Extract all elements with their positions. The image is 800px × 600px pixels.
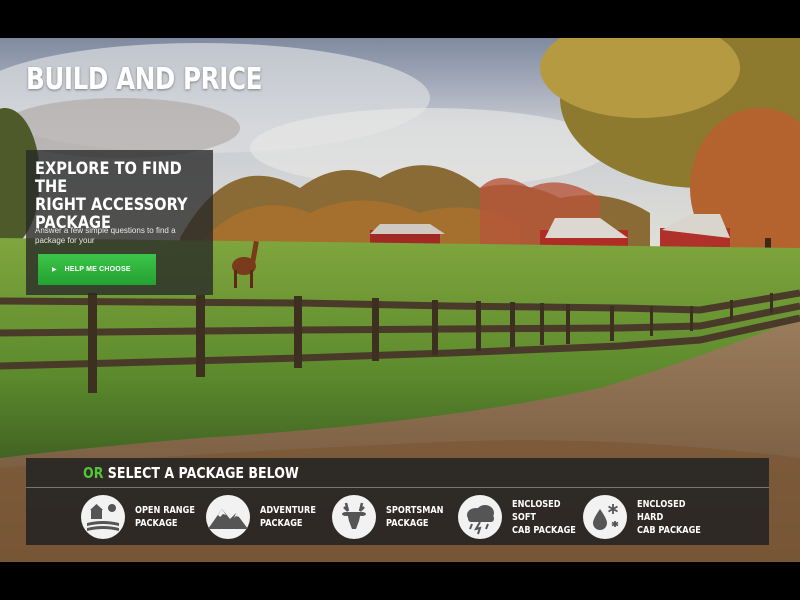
package-heading-or: OR — [83, 464, 104, 482]
help-me-choose-label: HELP ME CHOOSE — [64, 266, 131, 273]
mountains-icon — [206, 495, 250, 539]
explore-heading: EXPLORE TO FIND THE RIGHT ACCESSORY PACK… — [35, 159, 188, 233]
package-divider — [26, 487, 769, 488]
play-arrow-icon: ▶ — [52, 267, 57, 273]
help-me-choose-button[interactable]: ▶ HELP ME CHOOSE — [38, 254, 156, 285]
storm-cloud-icon — [458, 495, 502, 539]
letterbox-top — [0, 0, 800, 38]
package-label: SPORTSMAN PACKAGE — [386, 505, 444, 529]
rain-snow-icon — [583, 495, 627, 539]
package-adventure[interactable]: ADVENTURE PACKAGE — [206, 495, 340, 539]
package-enclosed-hard-cab[interactable]: ENCLOSED HARD CAB PACKAGE — [583, 495, 717, 539]
package-heading-rest: SELECT A PACKAGE BELOW — [103, 464, 299, 482]
package-label: ADVENTURE PACKAGE — [260, 505, 316, 529]
package-label: ENCLOSED SOFT CAB PACKAGE — [512, 498, 576, 536]
package-label: OPEN RANGE PACKAGE — [135, 505, 195, 529]
explore-panel: EXPLORE TO FIND THE RIGHT ACCESSORY PACK… — [26, 150, 213, 295]
package-open-range[interactable]: OPEN RANGE PACKAGE — [81, 495, 215, 539]
deer-icon — [332, 495, 376, 539]
page-title: BUILD AND PRICE — [26, 62, 262, 97]
letterbox-bottom — [0, 562, 800, 600]
package-label: ENCLOSED HARD CAB PACKAGE — [637, 498, 701, 536]
package-bar: OR SELECT A PACKAGE BELOW OPEN RANGE PAC… — [26, 458, 769, 545]
package-enclosed-soft-cab[interactable]: ENCLOSED SOFT CAB PACKAGE — [458, 495, 592, 539]
package-sportsman[interactable]: SPORTSMAN PACKAGE — [332, 495, 466, 539]
package-heading: OR SELECT A PACKAGE BELOW — [83, 464, 299, 482]
hero-scene: BUILD AND PRICE EXPLORE TO FIND THE RIGH… — [0, 38, 800, 562]
explore-description: Answer a few simple questions to find a … — [35, 226, 176, 245]
barn-field-icon — [81, 495, 125, 539]
